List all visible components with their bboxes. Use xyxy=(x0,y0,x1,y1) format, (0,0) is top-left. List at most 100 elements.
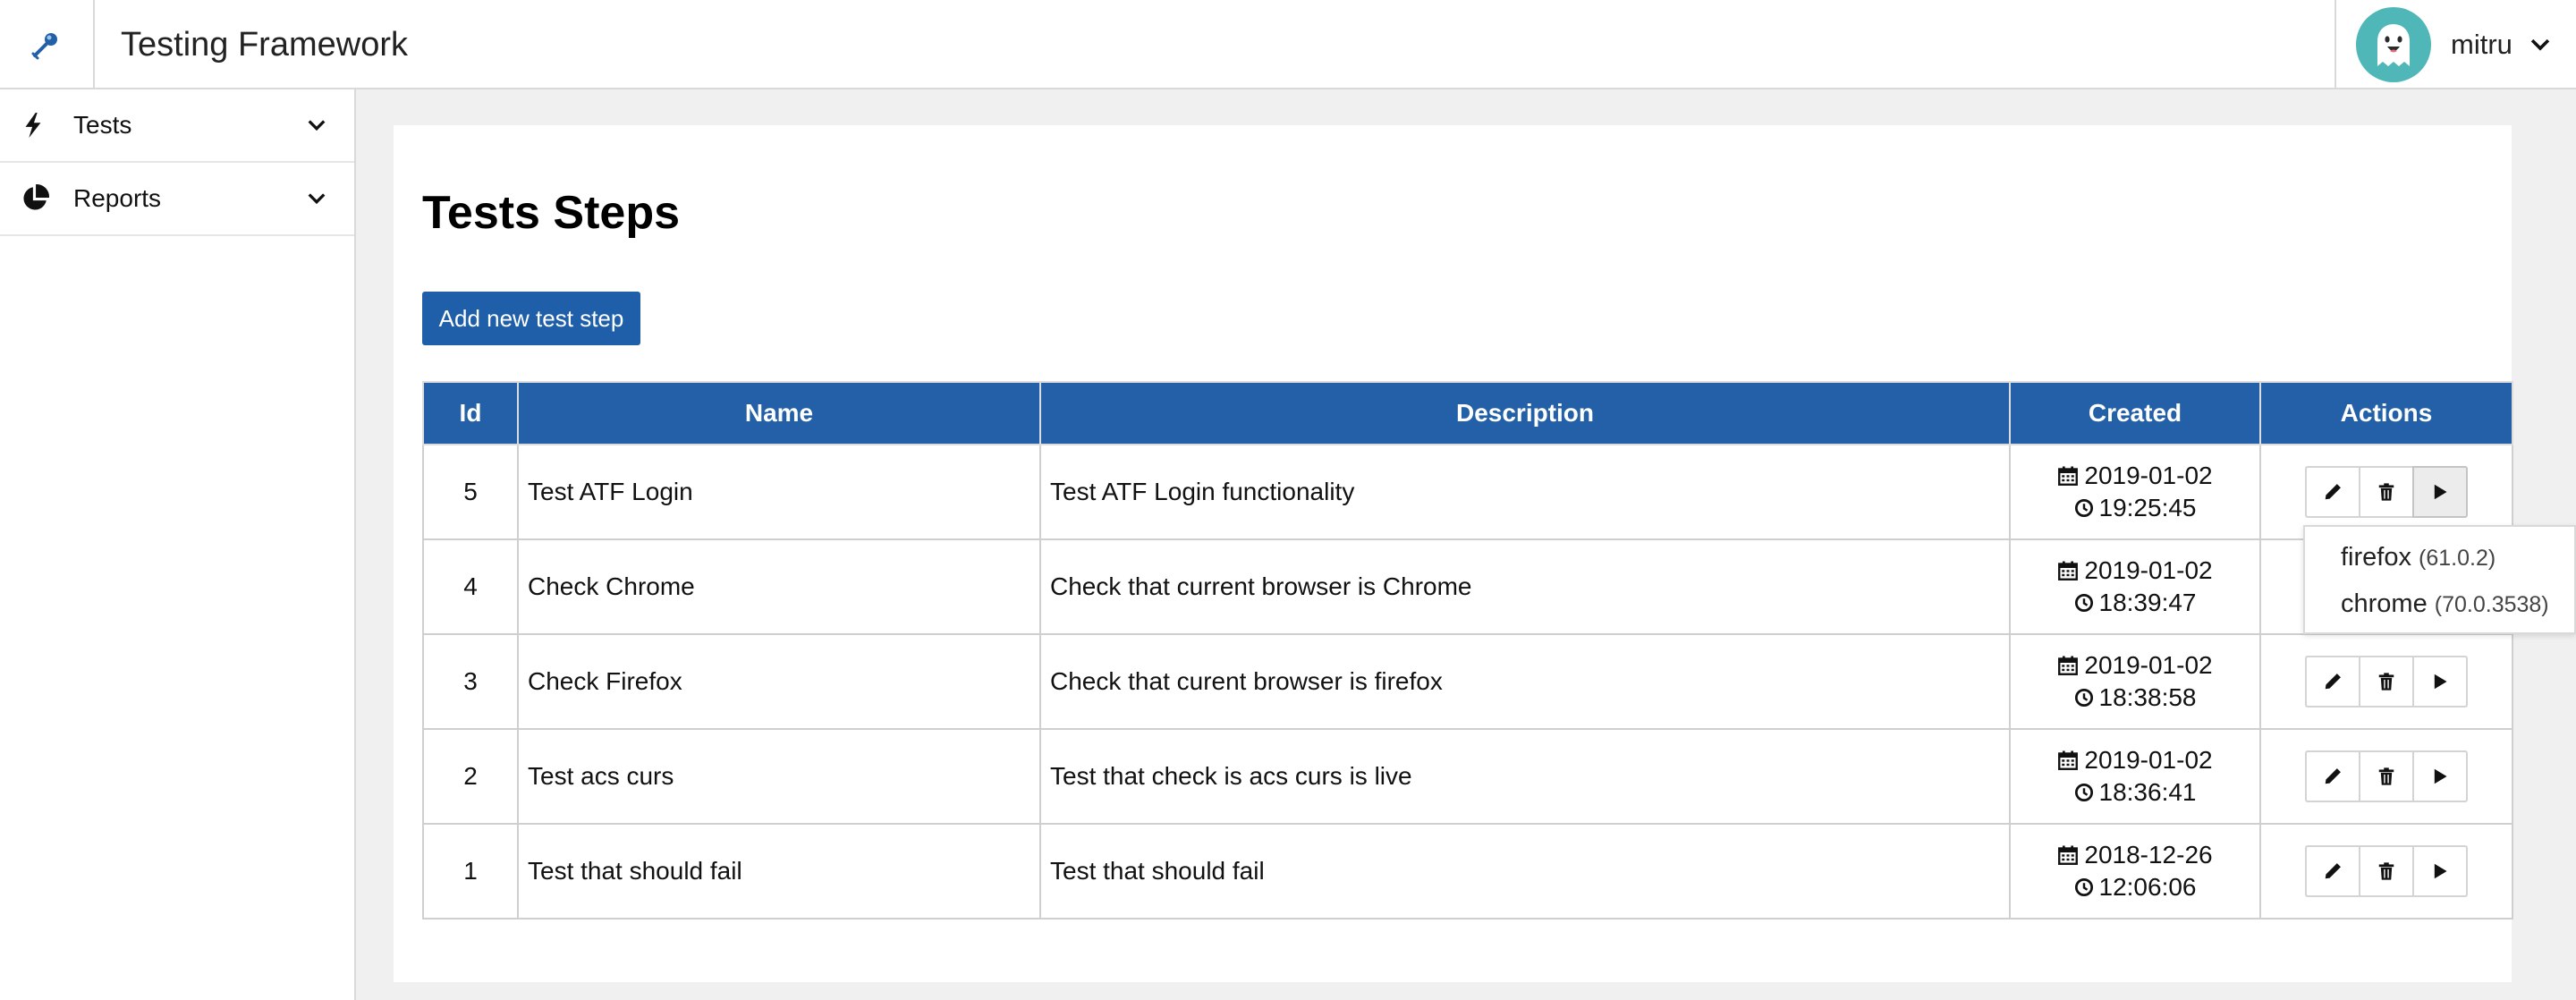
cell-actions xyxy=(2259,633,2513,730)
clock-icon xyxy=(2074,783,2094,802)
cell-created: 2019-01-02 19:25:45 xyxy=(2009,444,2261,540)
sidebar-item-reports[interactable]: Reports xyxy=(0,163,354,236)
table-header-row: Id Name Description Created Actions xyxy=(422,381,2513,445)
cell-name: Check Chrome xyxy=(517,538,1041,635)
play-icon xyxy=(2430,672,2450,691)
clock-icon xyxy=(2074,877,2094,897)
browser-version: (61.0.2) xyxy=(2419,546,2496,571)
cell-name: Test ATF Login xyxy=(517,444,1041,540)
cell-actions xyxy=(2259,728,2513,825)
delete-button[interactable] xyxy=(2359,466,2414,518)
table-row: 2 Test acs curs Test that check is acs c… xyxy=(422,728,2513,825)
created-date: 2019-01-02 xyxy=(2084,462,2213,489)
browser-option-firefox[interactable]: firefox (61.0.2) xyxy=(2341,543,2496,572)
sidebar-item-label: Tests xyxy=(73,111,132,139)
sidebar: Tests Reports xyxy=(0,89,356,1000)
column-header-id[interactable]: Id xyxy=(422,381,519,445)
sidebar-item-label: Reports xyxy=(73,184,162,212)
browser-dropdown: firefox (61.0.2) chrome (70.0.3538) xyxy=(2303,525,2576,634)
cell-name: Check Firefox xyxy=(517,633,1041,730)
pencil-icon xyxy=(2323,861,2343,881)
clock-icon xyxy=(2074,688,2094,708)
user-menu[interactable]: mitru xyxy=(2334,0,2576,89)
calendar-icon xyxy=(2057,750,2079,771)
browser-option-chrome[interactable]: chrome (70.0.3538) xyxy=(2341,589,2549,619)
actions-button-group xyxy=(2261,845,2512,897)
cell-description: Check that current browser is Chrome xyxy=(1039,538,2011,635)
avatar[interactable] xyxy=(2356,7,2431,82)
bolt-icon xyxy=(20,112,47,139)
cell-created: 2019-01-02 18:36:41 xyxy=(2009,728,2261,825)
column-header-description[interactable]: Description xyxy=(1039,381,2011,445)
edit-button[interactable] xyxy=(2305,466,2360,518)
cell-id: 1 xyxy=(422,823,519,919)
run-button[interactable] xyxy=(2412,845,2468,897)
chevron-down-icon[interactable] xyxy=(2529,33,2552,56)
app-logo[interactable] xyxy=(0,0,95,89)
browser-version: (70.0.3538) xyxy=(2434,592,2549,617)
delete-button[interactable] xyxy=(2359,656,2414,708)
play-icon xyxy=(2430,861,2450,881)
wrench-search-icon xyxy=(31,33,57,60)
browser-name: firefox xyxy=(2341,543,2411,572)
created-date: 2019-01-02 xyxy=(2084,746,2213,774)
table-row: 3 Check Firefox Check that curent browse… xyxy=(422,633,2513,730)
test-steps-table: Id Name Description Created Actions 5 Te… xyxy=(422,381,2513,919)
actions-button-group xyxy=(2261,750,2512,802)
created-time: 18:39:47 xyxy=(2098,589,2197,616)
cell-actions xyxy=(2259,823,2513,919)
column-header-name[interactable]: Name xyxy=(517,381,1041,445)
table-row: 4 Check Chrome Check that current browse… xyxy=(422,538,2513,635)
clock-icon xyxy=(2074,498,2094,518)
add-test-step-button[interactable]: Add new test step xyxy=(422,292,640,345)
cell-created: 2018-12-26 12:06:06 xyxy=(2009,823,2261,919)
created-time: 18:38:58 xyxy=(2098,683,2197,711)
pencil-icon xyxy=(2323,672,2343,691)
chevron-down-icon xyxy=(306,114,327,136)
cell-created: 2019-01-02 18:39:47 xyxy=(2009,538,2261,635)
top-header: Testing Framework mitru xyxy=(0,0,2576,89)
created-time: 19:25:45 xyxy=(2098,494,2197,521)
calendar-icon xyxy=(2057,560,2079,581)
sidebar-item-tests[interactable]: Tests xyxy=(0,89,354,163)
edit-button[interactable] xyxy=(2305,656,2360,708)
cell-created: 2019-01-02 18:38:58 xyxy=(2009,633,2261,730)
edit-button[interactable] xyxy=(2305,750,2360,802)
cell-description: Test that check is acs curs is live xyxy=(1039,728,2011,825)
app-title: Testing Framework xyxy=(121,25,408,64)
cell-id: 3 xyxy=(422,633,519,730)
play-icon xyxy=(2430,767,2450,786)
user-name: mitru xyxy=(2451,29,2512,60)
trash-icon xyxy=(2377,861,2396,881)
play-icon xyxy=(2430,482,2450,502)
calendar-icon xyxy=(2057,655,2079,676)
delete-button[interactable] xyxy=(2359,750,2414,802)
run-button[interactable] xyxy=(2412,466,2468,518)
delete-button[interactable] xyxy=(2359,845,2414,897)
created-time: 12:06:06 xyxy=(2098,873,2197,901)
actions-button-group xyxy=(2261,656,2512,708)
created-time: 18:36:41 xyxy=(2098,778,2197,806)
edit-button[interactable] xyxy=(2305,845,2360,897)
trash-icon xyxy=(2377,672,2396,691)
trash-icon xyxy=(2377,482,2396,502)
clock-icon xyxy=(2074,593,2094,613)
cell-description: Check that curent browser is firefox xyxy=(1039,633,2011,730)
pie-chart-icon xyxy=(20,183,50,214)
created-date: 2019-01-02 xyxy=(2084,651,2213,679)
run-button[interactable] xyxy=(2412,656,2468,708)
trash-icon xyxy=(2377,767,2396,786)
column-header-created[interactable]: Created xyxy=(2009,381,2261,445)
cell-name: Test acs curs xyxy=(517,728,1041,825)
calendar-icon xyxy=(2057,844,2079,866)
chevron-down-icon xyxy=(306,188,327,209)
table-row: 5 Test ATF Login Test ATF Login function… xyxy=(422,444,2513,540)
created-date: 2019-01-02 xyxy=(2084,556,2213,584)
cell-name: Test that should fail xyxy=(517,823,1041,919)
main-card: Tests Steps Add new test step Id Name De… xyxy=(394,125,2513,982)
run-button[interactable] xyxy=(2412,750,2468,802)
cell-description: Test ATF Login functionality xyxy=(1039,444,2011,540)
ghost-avatar-icon xyxy=(2377,24,2410,66)
actions-button-group xyxy=(2261,466,2512,518)
cell-description: Test that should fail xyxy=(1039,823,2011,919)
